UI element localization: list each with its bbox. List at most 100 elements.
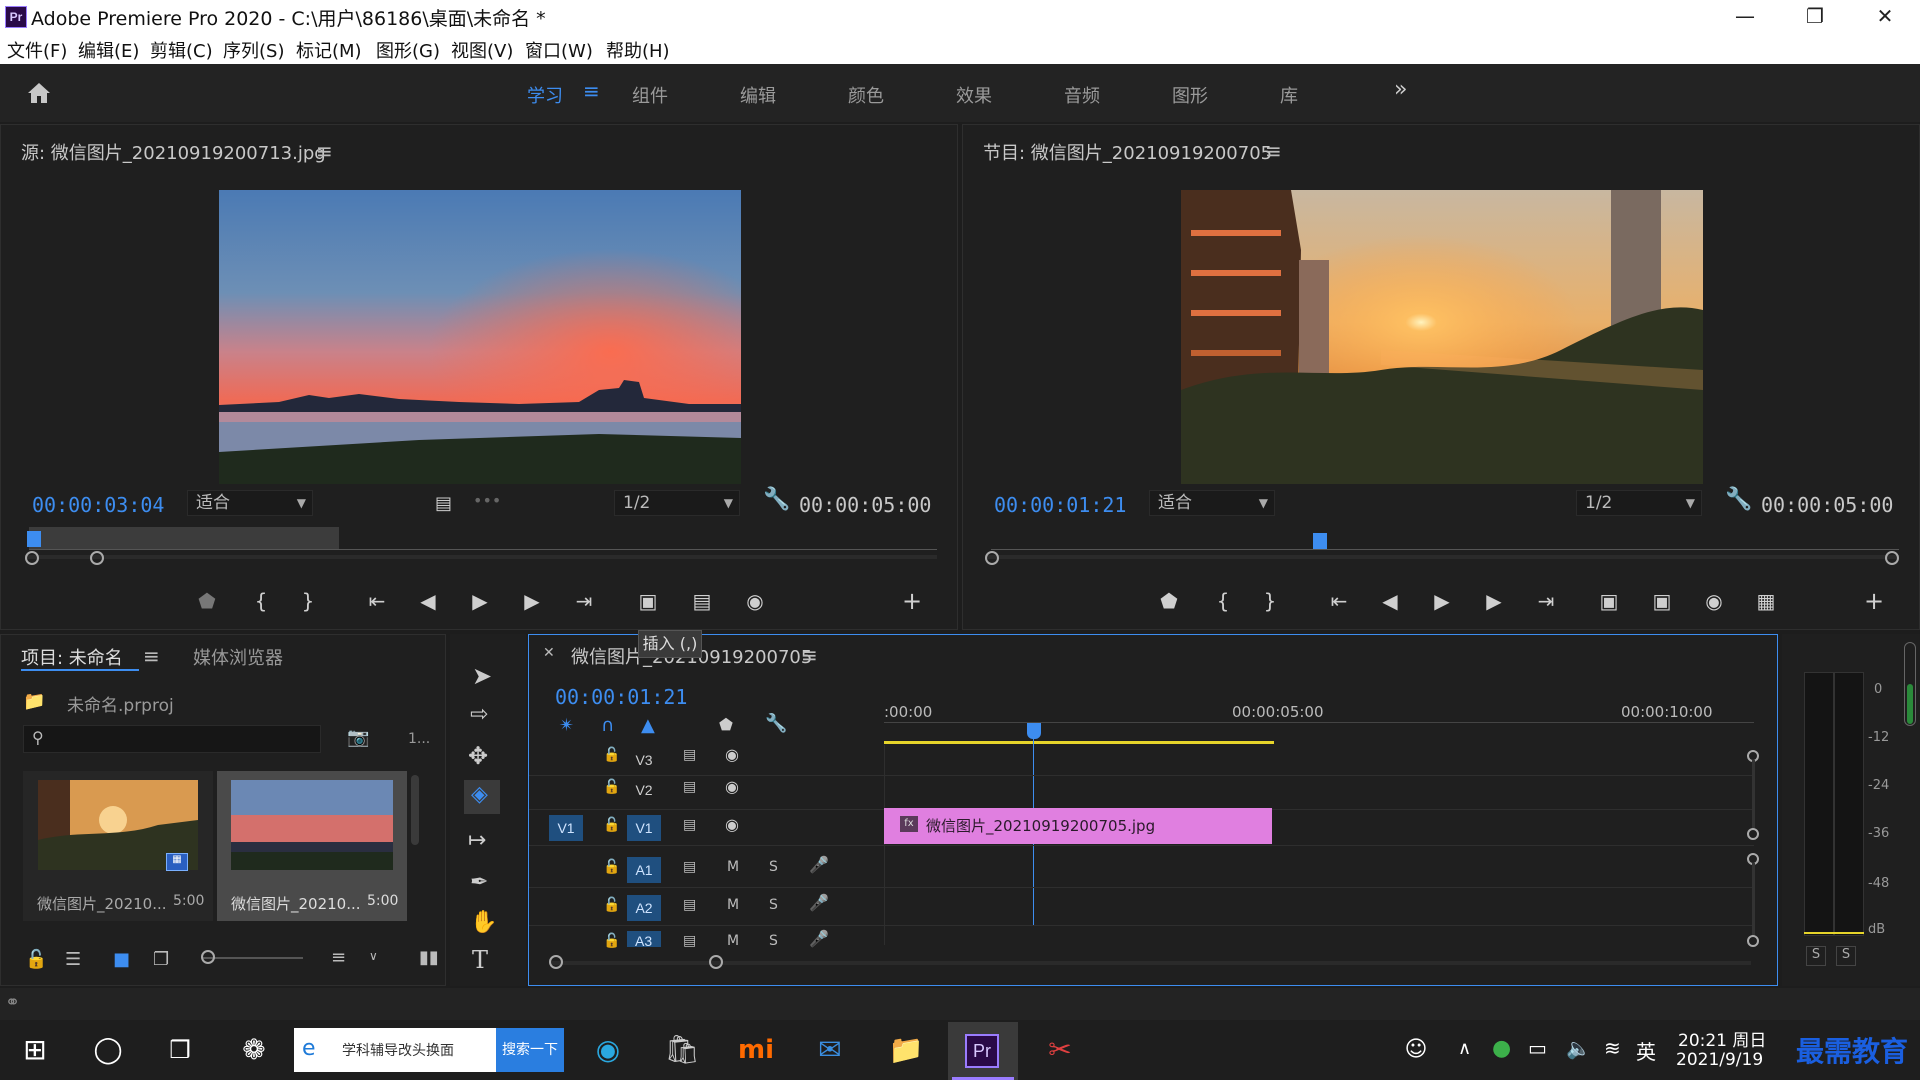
mute-button[interactable]: M [727,897,739,913]
lock-icon[interactable]: 🔓 [603,859,620,875]
minimize-icon[interactable]: — [1710,0,1780,34]
step-forward-icon[interactable]: ▶ [516,587,548,615]
work-area-bar[interactable] [884,741,1274,744]
project-scrollbar[interactable] [411,775,419,845]
menu-clip[interactable]: 剪辑(C) [150,37,213,63]
menu-marker[interactable]: 标记(M) [296,37,362,63]
home-icon[interactable] [24,78,54,108]
mute-button[interactable]: M [727,933,739,949]
lift-icon[interactable]: ▣ [1593,587,1625,615]
source-patch-v1[interactable]: V1 [549,815,583,841]
sync-lock-icon[interactable]: ▤ [683,747,696,763]
video-scrollbar[interactable] [1752,760,1755,828]
razor-tool-icon[interactable]: ◈ [464,780,500,814]
workspace-effects[interactable]: 效果 [956,82,992,108]
source-zoom-bar[interactable] [25,555,937,559]
microphone-icon[interactable]: 🎤 [809,893,829,912]
hand-tool-icon[interactable]: ✋ [470,910,497,935]
meter-scroll-thumb[interactable] [1907,684,1913,724]
add-marker-icon[interactable]: ⬟ [719,715,733,734]
selection-tool-icon[interactable]: ➤ [472,662,492,690]
export-frame-icon[interactable]: ◉ [739,587,771,615]
slider-handle[interactable] [201,950,215,964]
zoom-handle-left[interactable] [25,551,39,565]
go-to-out-icon[interactable]: ⇥ [1530,587,1562,615]
program-playhead-timecode[interactable]: 00:00:01:21 [994,493,1126,517]
background-tasks-icon[interactable]: ⚭ [5,992,20,1013]
menu-help[interactable]: 帮助(H) [606,37,670,63]
mute-button[interactable]: M [727,859,739,875]
zoom-handle-left[interactable] [549,955,563,969]
track-a2-label[interactable]: A2 [627,895,661,921]
battery-icon[interactable]: ▭ [1528,1036,1547,1060]
workspace-graphics[interactable]: 图形 [1172,82,1208,108]
step-forward-icon[interactable]: ▶ [1478,587,1510,615]
close-tab-icon[interactable]: ✕ [543,645,555,661]
close-icon[interactable]: ✕ [1850,0,1920,34]
clock-time[interactable]: 20:21 周日 [1678,1026,1766,1051]
nest-toggle-icon[interactable]: ✴ [559,715,574,736]
track-v2-label[interactable]: V2 [627,777,661,803]
mail-icon[interactable]: ✉ [810,1030,850,1070]
add-marker-icon[interactable]: ⬟ [1153,587,1185,615]
taskbar-search-box[interactable]: e 学科辅导改头换面 [294,1028,496,1072]
lock-icon[interactable]: 🔓 [603,779,620,795]
wrench-icon[interactable]: 🔧 [763,487,790,512]
ime-indicator[interactable]: 英 [1636,1036,1656,1065]
menu-file[interactable]: 文件(F) [7,37,67,63]
drag-audio-icon[interactable]: ••• [473,491,501,510]
sync-lock-icon[interactable]: ▤ [683,779,696,795]
export-frame-icon[interactable]: ◉ [1698,587,1730,615]
menu-sequence[interactable]: 序列(S) [223,37,284,63]
freeform-view-icon[interactable]: ❐ [153,949,169,970]
project-item[interactable]: 微信图片_20210... 5:00 [217,771,407,921]
lock-icon[interactable]: 🔓 [603,747,620,763]
sync-lock-icon[interactable]: ▤ [683,933,696,949]
app-icon[interactable]: ❁ [234,1030,274,1070]
chevron-down-icon[interactable]: ∨ [369,949,378,963]
menu-edit[interactable]: 编辑(E) [78,37,139,63]
chevron-up-icon[interactable]: ∧ [1458,1038,1471,1059]
overwrite-icon[interactable]: ▤ [686,587,718,615]
source-playhead[interactable] [27,531,41,547]
step-back-icon[interactable]: ◀ [1374,587,1406,615]
sync-lock-icon[interactable]: ▤ [683,817,696,833]
thumbnail-size-slider[interactable] [203,957,303,959]
solo-button[interactable]: S [769,859,778,875]
project-tab[interactable]: 项目: 未命名 [21,644,123,670]
volume-icon[interactable]: 🔈 [1566,1036,1591,1060]
project-panel-menu-icon[interactable]: ≡ [143,644,160,668]
workspace-color[interactable]: 颜色 [848,82,884,108]
mark-out-icon[interactable]: } [1254,587,1286,615]
type-tool-icon[interactable]: T [472,946,488,974]
eye-icon[interactable]: ◉ [725,745,739,764]
timeline-ruler[interactable] [884,722,1754,723]
timeline-settings-icon[interactable]: 🔧 [765,713,787,734]
store-icon[interactable]: 🛍 [662,1030,702,1070]
clock-date[interactable]: 2021/9/19 [1676,1050,1763,1070]
workspace-assembly[interactable]: 组件 [632,82,668,108]
more-workspaces-icon[interactable]: » [1394,77,1407,102]
timeline-panel-menu-icon[interactable]: ≡ [801,643,818,667]
workspace-learn[interactable]: 学习 [527,82,563,108]
go-to-out-icon[interactable]: ⇥ [568,587,600,615]
lock-icon[interactable]: 🔓 [25,949,47,970]
source-playhead-timecode[interactable]: 00:00:03:04 [32,493,164,517]
step-back-icon[interactable]: ◀ [412,587,444,615]
track-v1-label[interactable]: V1 [627,815,661,841]
menu-graphics[interactable]: 图形(G) [376,37,440,63]
source-panel-menu-icon[interactable]: ≡ [316,139,333,163]
program-panel-menu-icon[interactable]: ≡ [1265,139,1282,163]
solo-button[interactable]: S [769,897,778,913]
slip-tool-icon[interactable]: ↦ [468,828,486,853]
timeline-clip[interactable]: fx 微信图片_20210919200705.jpg [884,808,1272,844]
go-to-in-icon[interactable]: ⇤ [361,587,393,615]
drag-video-icon[interactable]: ▤ [435,493,452,514]
wifi-icon[interactable]: ≋ [1604,1036,1621,1060]
source-time-ruler[interactable] [29,549,937,550]
microphone-icon[interactable]: 🎤 [809,855,829,874]
sync-lock-icon[interactable]: ▤ [683,897,696,913]
program-time-ruler[interactable] [991,549,1899,550]
play-icon[interactable]: ▶ [464,587,496,615]
play-icon[interactable]: ▶ [1426,587,1458,615]
